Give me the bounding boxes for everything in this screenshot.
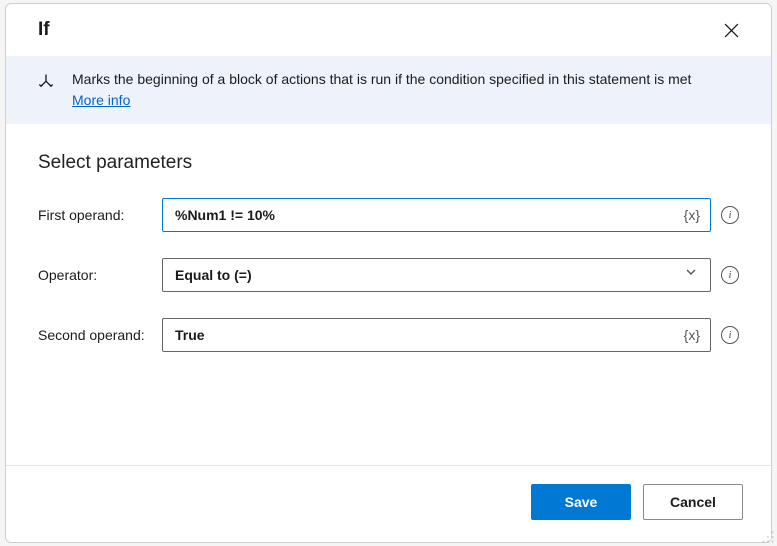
operator-control: Equal to (=) i (162, 258, 739, 292)
save-button[interactable]: Save (531, 484, 631, 520)
more-info-link[interactable]: More info (72, 91, 130, 110)
info-banner: Marks the beginning of a block of action… (6, 56, 771, 124)
first-operand-label: First operand: (38, 207, 162, 223)
second-operand-label: Second operand: (38, 327, 162, 343)
second-operand-control: True {x} i (162, 318, 739, 352)
section-heading: Select parameters (38, 152, 739, 174)
condition-branch-icon (36, 72, 56, 97)
first-operand-value: %Num1 != 10% (175, 207, 682, 223)
if-dialog: If Marks the beginning of a block of act… (5, 3, 772, 543)
chevron-down-icon (680, 265, 702, 284)
close-icon (724, 23, 739, 38)
variable-picker-icon[interactable]: {x} (682, 207, 702, 223)
first-operand-control: %Num1 != 10% {x} i (162, 198, 739, 232)
second-operand-input[interactable]: True {x} (162, 318, 711, 352)
operator-row: Operator: Equal to (=) i (38, 258, 739, 292)
operator-value: Equal to (=) (175, 267, 680, 283)
operator-label: Operator: (38, 267, 162, 283)
resize-grip-icon[interactable] (761, 530, 775, 544)
second-operand-info-icon[interactable]: i (721, 326, 739, 344)
variable-picker-icon[interactable]: {x} (682, 327, 702, 343)
first-operand-input[interactable]: %Num1 != 10% {x} (162, 198, 711, 232)
first-operand-row: First operand: %Num1 != 10% {x} i (38, 198, 739, 232)
dialog-footer: Save Cancel (6, 465, 771, 542)
cancel-button[interactable]: Cancel (643, 484, 743, 520)
close-button[interactable] (715, 14, 747, 46)
second-operand-value: True (175, 327, 682, 343)
dialog-title: If (38, 19, 50, 41)
first-operand-info-icon[interactable]: i (721, 206, 739, 224)
operator-select[interactable]: Equal to (=) (162, 258, 711, 292)
banner-description: Marks the beginning of a block of action… (72, 71, 691, 87)
dialog-header: If (6, 4, 771, 56)
second-operand-row: Second operand: True {x} i (38, 318, 739, 352)
operator-info-icon[interactable]: i (721, 266, 739, 284)
banner-text: Marks the beginning of a block of action… (72, 70, 691, 110)
parameters-section: Select parameters First operand: %Num1 !… (6, 124, 771, 465)
